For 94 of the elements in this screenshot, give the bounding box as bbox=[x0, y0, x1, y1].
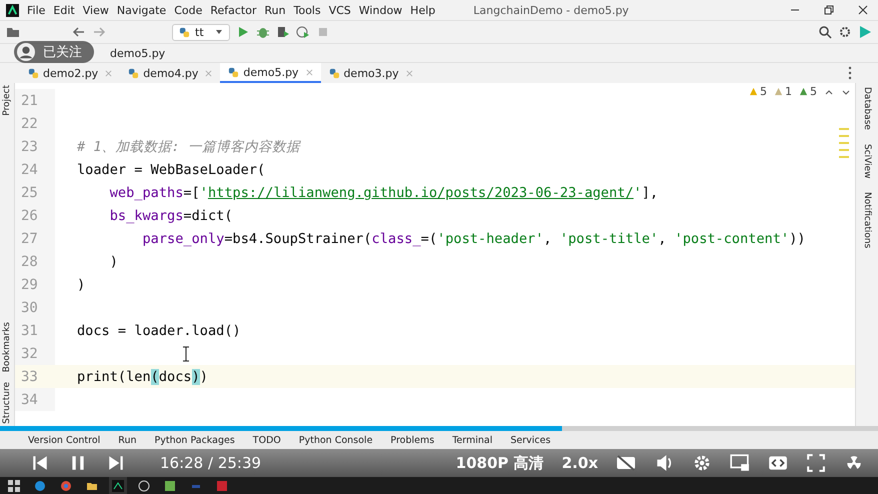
tool-window-tab[interactable]: Problems bbox=[390, 434, 434, 446]
line-number: 22 bbox=[15, 112, 55, 135]
search-icon[interactable] bbox=[818, 25, 832, 39]
line-number: 31 bbox=[15, 319, 55, 342]
restore-icon[interactable] bbox=[824, 5, 834, 15]
menu-item[interactable]: Navigate bbox=[116, 4, 166, 16]
app-icon[interactable] bbox=[164, 480, 176, 492]
code-line: ) bbox=[108, 254, 118, 270]
side-panel-tab[interactable]: SciView bbox=[862, 144, 872, 178]
code-line: loader = WebBaseLoader( bbox=[77, 162, 266, 178]
run-icon[interactable] bbox=[236, 25, 250, 39]
tool-window-tab[interactable]: TODO bbox=[252, 434, 281, 446]
file-tab[interactable]: demo3.py bbox=[320, 63, 421, 83]
app-logo-icon bbox=[6, 4, 19, 16]
menu-item[interactable]: View bbox=[82, 4, 109, 16]
python-file-icon bbox=[228, 66, 240, 78]
close-icon[interactable] bbox=[858, 5, 868, 15]
quality-selector[interactable]: 1080P 高清 bbox=[456, 454, 544, 472]
file-tab[interactable]: demo2.py bbox=[20, 63, 120, 83]
menu-item[interactable]: Help bbox=[410, 4, 436, 16]
run-configuration-dropdown[interactable]: tt bbox=[172, 24, 230, 40]
line-number: 29 bbox=[15, 273, 55, 296]
line-number: 30 bbox=[15, 296, 55, 319]
windows-start-icon[interactable] bbox=[8, 480, 20, 492]
line-number: 27 bbox=[15, 227, 55, 250]
python-file-icon bbox=[128, 68, 140, 78]
text-cursor-icon bbox=[182, 346, 190, 362]
back-arrow-icon[interactable] bbox=[72, 25, 86, 39]
folder-icon[interactable] bbox=[6, 25, 20, 39]
line-number: 26 bbox=[15, 204, 55, 227]
menu-item[interactable]: File bbox=[27, 4, 46, 16]
window-title: LangchainDemo - demo5.py bbox=[473, 4, 629, 16]
widescreen-icon[interactable] bbox=[768, 454, 788, 472]
code-line: # 1、加载数据: 一篇博客内容数据 bbox=[77, 138, 300, 156]
side-panel-tab[interactable]: Project bbox=[2, 85, 12, 116]
menu-item[interactable]: Run bbox=[264, 4, 286, 16]
side-panel-tab[interactable]: Notifications bbox=[862, 192, 872, 249]
tool-window-tab[interactable]: Terminal bbox=[452, 434, 492, 446]
line-number: 34 bbox=[15, 388, 55, 411]
browser-icon[interactable] bbox=[34, 480, 46, 492]
menu-item[interactable]: Tools bbox=[294, 4, 321, 16]
python-file-icon bbox=[28, 68, 39, 78]
menu-item[interactable]: Code bbox=[174, 4, 202, 16]
settings-icon[interactable] bbox=[838, 25, 852, 39]
python-logo-icon bbox=[179, 26, 190, 38]
line-number: 28 bbox=[15, 250, 55, 273]
menu-item[interactable]: Edit bbox=[53, 4, 75, 16]
warning-icon bbox=[774, 87, 783, 96]
line-number: 23 bbox=[15, 135, 55, 158]
speed-selector[interactable]: 2.0x bbox=[562, 454, 598, 472]
file-tab[interactable]: demo4.py bbox=[120, 63, 220, 83]
tool-window-tab[interactable]: Run bbox=[118, 434, 137, 446]
menu-item[interactable]: VCS bbox=[328, 4, 351, 16]
subtitles-off-icon[interactable] bbox=[616, 454, 636, 472]
menu-item[interactable]: Window bbox=[358, 4, 402, 16]
playback-time: 16:28 / 25:39 bbox=[160, 454, 262, 472]
line-number: 32 bbox=[15, 342, 55, 365]
ide-icon[interactable] bbox=[112, 480, 124, 492]
line-number: 24 bbox=[15, 158, 55, 181]
coverage-icon[interactable] bbox=[276, 25, 290, 39]
picture-in-picture-icon[interactable] bbox=[730, 454, 750, 472]
warning-icon bbox=[749, 87, 758, 96]
code-line: print(len(docs)) bbox=[77, 368, 208, 384]
tool-window-tab[interactable]: Version Control bbox=[28, 434, 100, 446]
profiler-icon[interactable] bbox=[296, 25, 310, 39]
code-line: ) bbox=[77, 276, 86, 292]
tool-window-tab[interactable]: Services bbox=[510, 434, 551, 446]
code-line: bs_kwargs=dict( bbox=[108, 208, 233, 224]
line-number: 25 bbox=[15, 181, 55, 204]
python-file-icon bbox=[328, 68, 340, 78]
tool-window-tab[interactable]: Python Packages bbox=[154, 434, 235, 446]
code-line: docs = loader.load() bbox=[77, 322, 241, 338]
file-tab[interactable]: demo5.py bbox=[220, 63, 321, 83]
app-icon[interactable] bbox=[138, 480, 150, 492]
side-panel-tab[interactable]: Database bbox=[862, 87, 872, 130]
inspection-count[interactable]: 1 bbox=[774, 85, 792, 98]
more-options-icon[interactable] bbox=[848, 66, 852, 80]
chrome-icon[interactable] bbox=[60, 480, 72, 492]
line-number: 21 bbox=[15, 89, 55, 112]
inspection-count[interactable]: 5 bbox=[749, 85, 767, 98]
caret-icon bbox=[215, 28, 223, 36]
tool-window-tab[interactable]: Python Console bbox=[298, 434, 373, 446]
code-line: parse_only=bs4.SoupStrainer(class_=('post-header', 'post-title', 'post-content')) bbox=[141, 230, 806, 246]
warning-icon bbox=[799, 87, 808, 96]
fullscreen-icon[interactable] bbox=[806, 454, 826, 472]
settings-icon[interactable] bbox=[692, 454, 712, 472]
code-line: web_paths=['https://lilianweng.github.io/posts/2023-06-23-agent/'], bbox=[108, 184, 658, 200]
breadcrumb-item[interactable]: demo5.py bbox=[110, 46, 166, 60]
bug-icon[interactable] bbox=[256, 25, 270, 39]
side-panel-tab[interactable]: Structure bbox=[2, 382, 12, 424]
follow-badge[interactable]: 已关注 bbox=[14, 41, 94, 63]
menu-item[interactable]: Refactor bbox=[210, 4, 257, 16]
inspection-count[interactable]: 5 bbox=[799, 85, 817, 98]
side-panel-tab[interactable]: Bookmarks bbox=[2, 322, 12, 372]
